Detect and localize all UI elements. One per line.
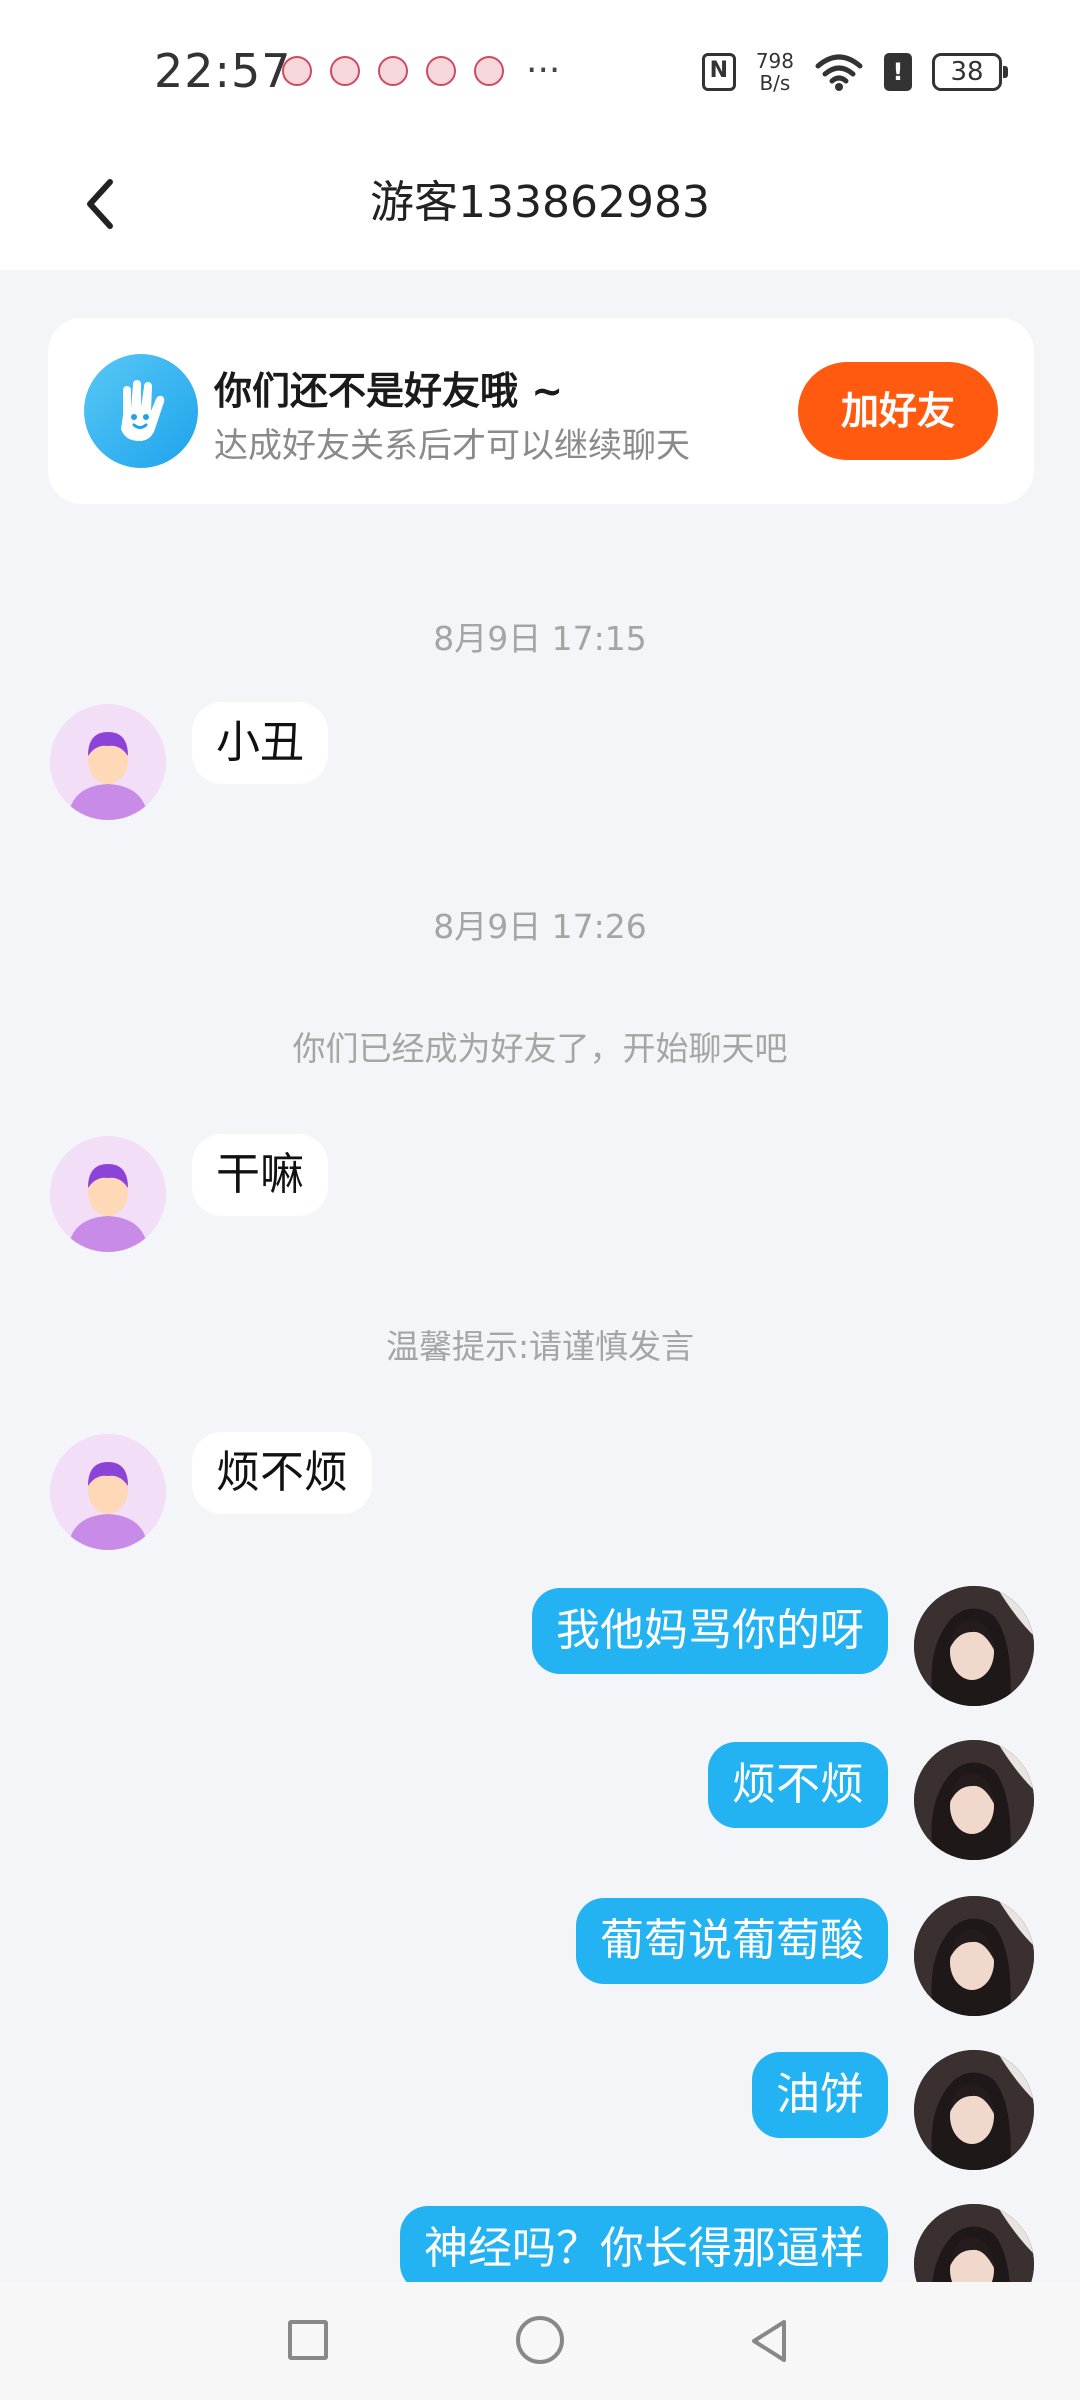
network-speed: 798 B/s [756,50,794,94]
person-avatar-icon [68,1164,148,1252]
person-avatar-icon [68,1462,148,1550]
contact-avatar[interactable] [50,704,166,820]
system-back-button[interactable] [744,2316,794,2366]
my-avatar[interactable] [914,1740,1034,1860]
wave-hand-icon [84,354,198,468]
person-avatar-icon [68,732,148,820]
notification-icons: ··· [282,50,561,91]
outgoing-message-bubble[interactable]: 油饼 [752,2052,888,2138]
recent-apps-button[interactable] [288,2320,328,2360]
user-photo-avatar [914,1586,1034,1706]
incoming-message-bubble[interactable]: 烦不烦 [192,1432,372,1514]
outgoing-message-bubble[interactable]: 神经吗？你长得那逼样 [400,2206,888,2292]
add-friend-button[interactable]: 加好友 [798,362,998,460]
banner-subtitle: 达成好友关系后才可以继续聊天 [214,426,690,466]
more-notifications-icon: ··· [526,50,561,91]
outgoing-message-bubble[interactable]: 烦不烦 [708,1742,888,1828]
notification-app-icon [330,56,360,86]
contact-avatar[interactable] [50,1434,166,1550]
notification-app-icon [378,56,408,86]
network-speed-unit: B/s [759,71,791,95]
incoming-message-bubble[interactable]: 干嘛 [192,1134,328,1216]
system-message: 你们已经成为好友了，开始聊天吧 [292,1029,788,1068]
home-button[interactable] [516,2316,564,2364]
status-right-icons: N 798 B/s ! 38 [701,50,1008,94]
status-time: 22:57 [154,44,292,98]
page-title: 游客133862983 [370,177,710,228]
battery-icon: 38 [932,53,1008,91]
outgoing-message-bubble[interactable]: 葡萄说葡萄酸 [576,1898,888,1984]
message-timestamp: 8月9日 17:15 [433,619,647,658]
banner-title: 你们还不是好友哦 ~ [214,369,564,413]
alert-icon: ! [884,53,912,91]
incoming-message-bubble[interactable]: 小丑 [192,702,328,784]
not-friend-banner: 你们还不是好友哦 ~ 达成好友关系后才可以继续聊天 加好友 [48,318,1034,504]
my-avatar[interactable] [914,1896,1034,2016]
nfc-icon: N [701,53,736,91]
message-timestamp: 8月9日 17:26 [433,907,647,946]
notification-app-icon [474,56,504,86]
my-avatar[interactable] [914,1586,1034,1706]
outgoing-message-bubble[interactable]: 我他妈骂你的呀 [532,1588,888,1674]
status-bar: 22:57 ··· N 798 B/s ! 38 [0,0,1080,140]
notification-app-icon [426,56,456,86]
user-photo-avatar [914,1896,1034,2016]
notification-app-icon [282,56,312,86]
system-navigation-bar [0,2282,1080,2400]
network-speed-value: 798 [755,49,794,73]
my-avatar[interactable] [914,2050,1034,2170]
wifi-icon [815,54,863,91]
contact-avatar[interactable] [50,1136,166,1252]
user-photo-avatar [914,2050,1034,2170]
user-photo-avatar [914,1740,1034,1860]
system-message: 温馨提示:请谨慎发言 [385,1327,695,1366]
chat-header: 游客133862983 [0,140,1080,270]
